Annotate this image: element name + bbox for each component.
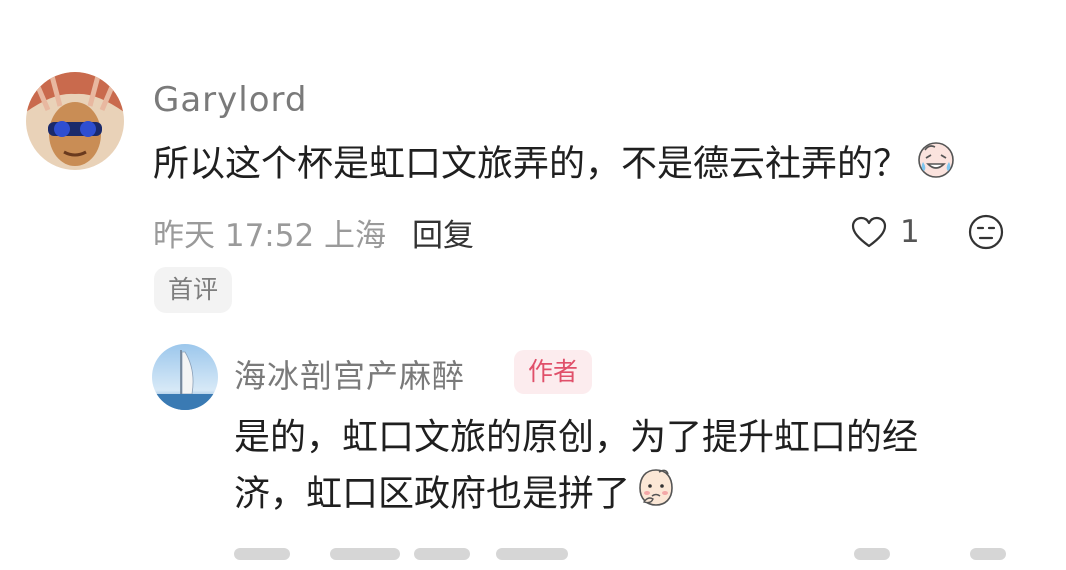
cut-off-text [234,548,290,560]
cut-off-text [854,548,890,560]
cut-off-text [496,548,568,560]
dislike-button[interactable] [967,213,1005,255]
cut-off-text [970,548,1006,560]
comment-username[interactable]: Garylord [153,80,308,120]
reply-button[interactable]: 回复 [412,210,474,255]
reply-meta-cut-off [234,540,1034,570]
comment-text: 所以这个杯是虹口文旅弄的，不是德云社弄的？ [153,138,957,193]
user-avatar-image [26,72,124,170]
avatar[interactable] [26,72,124,170]
crying-laughing-emoji-icon [915,138,957,193]
cut-off-text [330,548,400,560]
cut-off-text [414,548,470,560]
neutral-face-icon [968,214,1004,250]
reply-text: 是的，虹口文旅的原创，为了提升虹口的经 济，虹口区政府也是拼了 [234,410,974,525]
like-count: 1 [900,214,920,250]
burj-al-arab-avatar-image [152,344,218,410]
reply-avatar[interactable] [152,344,218,410]
reply-username[interactable]: 海冰剖宫产麻醉 [234,351,465,397]
comment-time-location: 昨天 17:52 上海 [153,217,387,254]
like-button[interactable]: 1 [850,210,920,254]
comment-meta: 昨天 17:52 上海 回复 [153,210,474,254]
author-badge: 作者 [514,350,593,394]
reply-text-line2: 济，虹口区政府也是拼了 [234,473,631,515]
first-comment-badge: 首评 [154,267,233,313]
heart-icon [851,216,887,248]
reply-text-line: 是的，虹口文旅的原创，为了提升虹口的经 [234,417,919,458]
thinking-face-emoji-icon [636,466,676,525]
reply-text-line: 济，虹口区政府也是拼了 [234,466,974,525]
comment-text-content: 所以这个杯是虹口文旅弄的，不是德云社弄的？ [153,143,910,185]
